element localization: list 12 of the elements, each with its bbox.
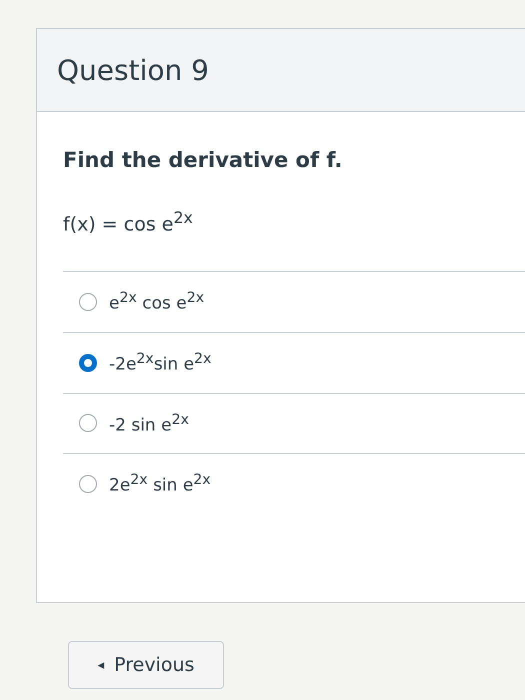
previous-button[interactable]: ◂ Previous (68, 641, 224, 689)
radio-button[interactable] (79, 475, 97, 494)
question-prompt: Find the derivative of f. (63, 148, 344, 172)
answer-option[interactable]: e$^{2x}$ cos e$^{2x}$ (109, 290, 204, 314)
question-title: Question 9 (57, 54, 209, 86)
radio-button[interactable] (79, 293, 97, 312)
answer-option[interactable]: -2 sin e$^{2x}$ (109, 412, 189, 436)
answer-option[interactable]: 2e$^{2x}$ sin e$^{2x}$ (109, 472, 211, 496)
function-text: f(x) = cos e$^{2x}$ (63, 208, 525, 272)
radio-button[interactable] (79, 354, 97, 372)
answer-option[interactable]: -2e$^{2x}$sin e$^{2x}$ (109, 350, 212, 375)
radio-button[interactable] (79, 414, 97, 432)
